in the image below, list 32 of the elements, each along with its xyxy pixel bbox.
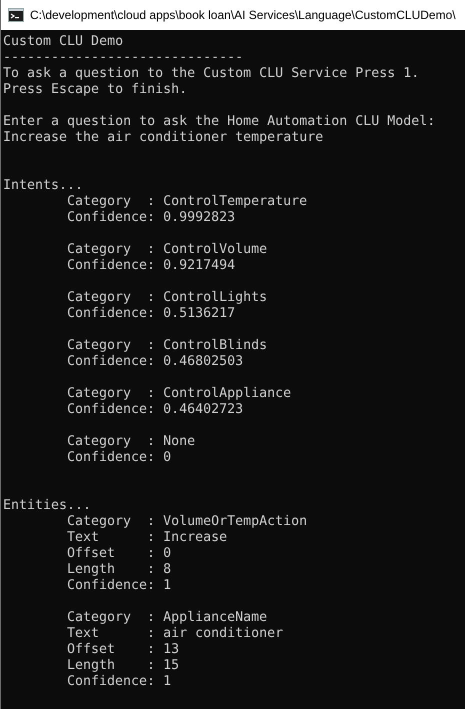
section-heading: Intents... <box>3 178 84 194</box>
console-line: Confidence: 0.5136217 <box>66 306 236 322</box>
console-line: Text : Increase <box>66 530 228 546</box>
console-line: ------------------------------ <box>3 50 244 66</box>
console-line: Confidence: 0.9217494 <box>66 258 236 274</box>
console-line: Confidence: 0 <box>66 450 172 466</box>
console-line: Confidence: 1 <box>66 578 172 594</box>
console-line: Offset : 0 <box>66 546 172 562</box>
console-line: Press Escape to finish. <box>3 82 188 98</box>
console-line: Text : air conditioner <box>66 626 284 642</box>
console-line: To ask a question to the Custom CLU Service Press 1. <box>3 66 420 82</box>
console-line: Category : ControlAppliance <box>66 386 292 402</box>
console-line: Confidence: 0.46802503 <box>66 354 244 370</box>
console-icon <box>8 8 24 22</box>
console-line: Confidence: 0.46402723 <box>66 402 244 418</box>
console-line: Enter a question to ask the Home Automation CLU Model: <box>3 114 436 130</box>
console-line: Category : VolumeOrTempAction <box>66 514 308 530</box>
console-line: Custom CLU Demo <box>3 34 124 50</box>
console-line: Category : ApplianceName <box>66 610 268 626</box>
console-line: Offset : 13 <box>66 642 180 658</box>
console-line: Category : ControlTemperature <box>66 194 308 210</box>
console-line: Length : 8 <box>66 562 172 578</box>
window-title: C:\development\cloud apps\book loan\AI Services\Language\CustomCLUDemo\ <box>30 8 456 22</box>
section-heading: Entities... <box>3 498 92 514</box>
console-line: Length : 15 <box>66 658 180 674</box>
console-line: Increase the air conditioner temperature <box>3 130 324 146</box>
console-line: Category : ControlVolume <box>66 242 268 258</box>
console-line: Category : None <box>66 434 196 450</box>
console-line: Category : ControlBlinds <box>66 338 268 354</box>
console-line: Confidence: 1 <box>66 674 172 690</box>
console-line: Category : ControlLights <box>66 290 268 306</box>
console-line: Confidence: 0.9992823 <box>66 210 236 226</box>
